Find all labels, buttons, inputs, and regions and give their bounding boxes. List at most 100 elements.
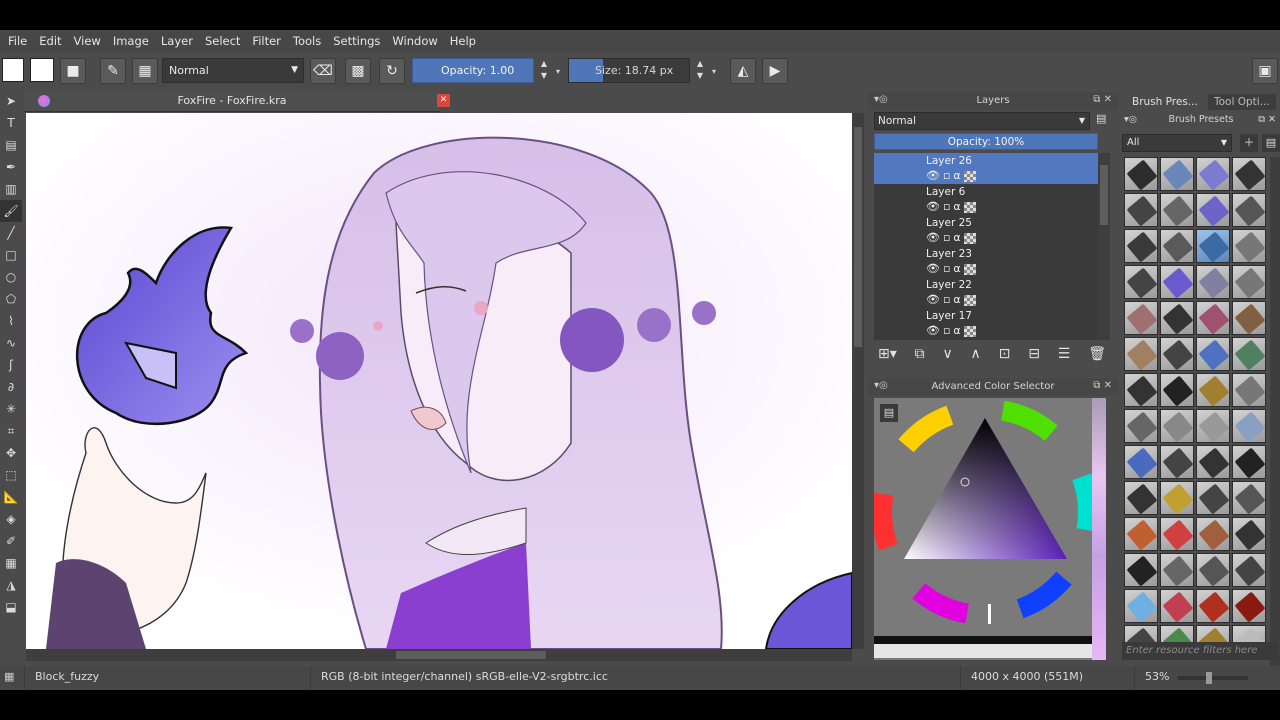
brush-preset-tile[interactable]	[1124, 229, 1158, 263]
mirror-horizontal-icon[interactable]: ◭	[730, 58, 756, 84]
gradient-swatch[interactable]	[2, 58, 24, 82]
brush-preset-tile[interactable]	[1160, 229, 1194, 263]
inherit-alpha-icon[interactable]	[963, 201, 976, 213]
tab-brush-presets[interactable]: Brush Pres...	[1126, 94, 1204, 110]
scroll-thumb[interactable]	[1100, 165, 1108, 225]
close-tab-icon[interactable]: ✕	[437, 94, 450, 107]
brush-preset-tile-selected[interactable]	[1196, 229, 1230, 263]
layer-row[interactable]: Layer 25 👁▫α	[874, 215, 1098, 246]
mirror-vertical-icon[interactable]: ▶	[762, 58, 788, 84]
polygon-tool-icon[interactable]: ⬠	[0, 288, 22, 310]
multibrush-icon[interactable]: ✳	[0, 398, 22, 420]
brush-preset-tile[interactable]	[1232, 409, 1266, 443]
brush-preset-tile[interactable]	[1196, 553, 1230, 587]
brush-preset-tile[interactable]	[1160, 157, 1194, 191]
brush-preset-tile[interactable]	[1160, 337, 1194, 371]
move-tool-icon[interactable]: ✥	[0, 442, 22, 464]
brush-preset-tile[interactable]	[1124, 301, 1158, 335]
selection-tool-icon[interactable]: ⬓	[0, 596, 22, 618]
reload-preset-icon[interactable]: ↻	[379, 58, 405, 84]
selector-settings-icon[interactable]: ▤	[880, 404, 898, 422]
transform-tool-icon[interactable]: ⬚	[0, 464, 22, 486]
brush-preset-icon[interactable]: ✎	[100, 58, 126, 84]
layer-properties-icon[interactable]: ☰	[1058, 346, 1071, 368]
brush-preset-tile[interactable]	[1160, 193, 1194, 227]
inherit-alpha-icon[interactable]	[963, 325, 976, 337]
brush-preset-tile[interactable]	[1124, 445, 1158, 479]
layer-visibility-icon[interactable]: 👁▫α	[926, 293, 976, 306]
scroll-thumb[interactable]	[854, 127, 862, 347]
flatten-icon[interactable]: ⊟	[1028, 346, 1040, 368]
fg-bg-color-icon[interactable]: ■	[60, 58, 86, 84]
scroll-thumb[interactable]	[396, 651, 546, 659]
zoom-slider[interactable]	[1178, 672, 1248, 684]
select-shapes-icon[interactable]: ➤	[0, 90, 22, 112]
brush-preset-tile[interactable]	[1124, 589, 1158, 623]
menu-layer[interactable]: Layer	[157, 34, 197, 48]
freehand-path-icon[interactable]: ʃ	[0, 354, 22, 376]
close-docker-icon[interactable]: ⧉ ✕	[1093, 94, 1112, 105]
brush-preset-tile[interactable]	[1232, 265, 1266, 299]
view-mode-icon[interactable]: ▤	[1262, 134, 1280, 152]
duplicate-layer-icon[interactable]: ⧉	[915, 346, 925, 368]
collapse-icon[interactable]: ▾◎	[1124, 114, 1137, 125]
brush-preset-tile[interactable]	[1196, 193, 1230, 227]
size-menu-icon[interactable]: ▾	[708, 66, 720, 91]
brush-preset-tile[interactable]	[1124, 337, 1158, 371]
menu-window[interactable]: Window	[388, 34, 441, 48]
document-tab[interactable]: FoxFire - FoxFire.kra ✕	[24, 90, 450, 112]
brush-preset-tile[interactable]	[1232, 553, 1266, 587]
inherit-alpha-icon[interactable]	[963, 263, 976, 275]
brush-preset-tile[interactable]	[1232, 337, 1266, 371]
menu-help[interactable]: Help	[446, 34, 480, 48]
menu-filter[interactable]: Filter	[248, 34, 284, 48]
brush-preset-tile[interactable]	[1160, 265, 1194, 299]
add-layer-icon[interactable]: ⊞▾	[878, 346, 897, 368]
spin-down-icon[interactable]: ▼	[538, 70, 550, 82]
spin-up-icon[interactable]: ▲	[694, 58, 706, 70]
polyline-tool-icon[interactable]: ⌇	[0, 310, 22, 332]
bezier-tool-icon[interactable]: ∿	[0, 332, 22, 354]
toolbar-toggle-icon[interactable]: ▣	[1252, 58, 1278, 84]
brush-preset-tile[interactable]	[1124, 265, 1158, 299]
brush-preset-tile[interactable]	[1124, 373, 1158, 407]
presets-scrollbar[interactable]	[1270, 157, 1280, 667]
menu-edit[interactable]: Edit	[35, 34, 65, 48]
spin-up-icon[interactable]: ▲	[538, 58, 550, 70]
brush-preset-tile[interactable]	[1124, 193, 1158, 227]
brush-preset-tile[interactable]	[1196, 337, 1230, 371]
ellipse-tool-icon[interactable]: ○	[0, 266, 22, 288]
layer-visibility-icon[interactable]: 👁▫α	[926, 262, 976, 275]
brush-preset-tile[interactable]	[1160, 445, 1194, 479]
color-history-strip[interactable]	[1092, 398, 1106, 660]
layer-row[interactable]: Layer 6 👁▫α	[874, 184, 1098, 215]
move-up-icon[interactable]: ∧	[971, 346, 981, 368]
brush-preset-tile[interactable]	[1232, 589, 1266, 623]
layer-visibility-icon[interactable]: 👁▫α	[926, 169, 976, 182]
size-spinner[interactable]: ▲ ▼	[694, 58, 706, 83]
tag-filter-select[interactable]: All ▼	[1122, 134, 1232, 152]
menu-settings[interactable]: Settings	[329, 34, 384, 48]
layer-row[interactable]: Layer 17 👁▫α	[874, 308, 1098, 339]
brush-preset-tile[interactable]	[1232, 157, 1266, 191]
canvas[interactable]	[26, 113, 852, 649]
brush-preset-tile[interactable]	[1124, 481, 1158, 515]
menu-file[interactable]: File	[4, 34, 31, 48]
brush-preset-tile[interactable]	[1160, 517, 1194, 551]
layer-visibility-icon[interactable]: 👁▫α	[926, 231, 976, 244]
brush-preset-tile[interactable]	[1160, 553, 1194, 587]
brush-preset-tile[interactable]	[1124, 409, 1158, 443]
brush-preset-tile[interactable]	[1160, 409, 1194, 443]
brush-preset-tile[interactable]	[1124, 553, 1158, 587]
menu-image[interactable]: Image	[109, 34, 153, 48]
inherit-alpha-icon[interactable]	[963, 170, 976, 182]
brush-preset-tile[interactable]	[1196, 265, 1230, 299]
brush-preset-tile[interactable]	[1196, 373, 1230, 407]
delete-layer-icon[interactable]: 🗑	[1088, 346, 1106, 368]
measure-tool-icon[interactable]: 📐	[0, 486, 22, 508]
brush-preset-tile[interactable]	[1232, 229, 1266, 263]
layer-visibility-icon[interactable]: 👁▫α	[926, 200, 976, 213]
layer-opacity-slider[interactable]: Opacity: 100%	[874, 133, 1098, 150]
brush-preset-tile[interactable]	[1196, 445, 1230, 479]
brush-preset-tile[interactable]	[1160, 589, 1194, 623]
